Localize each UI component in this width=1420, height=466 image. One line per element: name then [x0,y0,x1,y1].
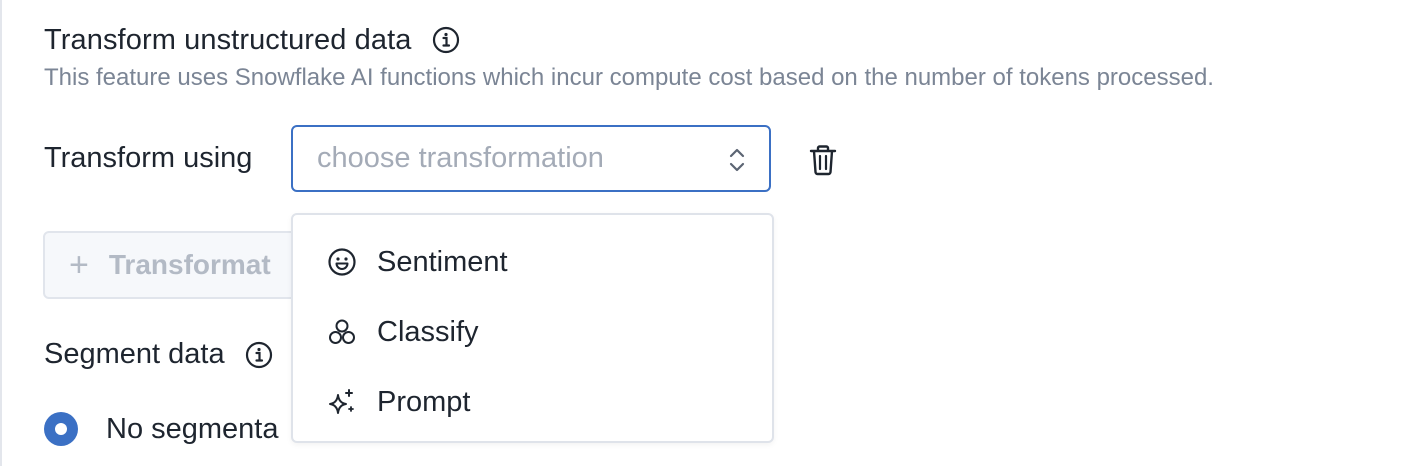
add-transformation-label: Transformat [108,249,271,280]
select-placeholder: choose transformation [317,142,604,174]
menu-item-classify[interactable]: Classify [293,297,772,367]
no-segmentation-option[interactable]: No segmenta [44,412,279,446]
info-icon[interactable] [245,341,273,369]
menu-item-label: Classify [377,315,479,348]
trash-icon[interactable] [808,144,838,176]
smile-icon [327,247,357,277]
menu-item-label: Prompt [377,385,471,418]
page: Transform unstructured data This feature… [0,0,1420,466]
chevron-up-down-icon [727,147,747,173]
circles-icon [327,317,357,347]
info-icon[interactable] [432,26,460,54]
section-description: This feature uses Snowflake AI functions… [44,64,1214,91]
transformation-select[interactable]: choose transformation [291,125,771,192]
radio-dot [55,423,67,435]
section-title: Transform unstructured data [44,23,412,56]
menu-item-label: Sentiment [377,245,508,278]
menu-item-sentiment[interactable]: Sentiment [293,227,772,297]
segment-header: Segment data [44,338,273,371]
menu-item-prompt[interactable]: Prompt [293,367,772,437]
segment-title: Segment data [44,338,225,370]
plus-icon: + [69,246,89,284]
transform-using-label: Transform using [44,142,253,174]
left-border [0,0,2,466]
transformation-dropdown-menu: Sentiment Classify Prompt [291,213,774,443]
section-header: Transform unstructured data [44,20,460,60]
radio-label: No segmenta [106,412,279,445]
sparkle-icon [327,387,357,417]
radio-selected[interactable] [44,412,78,446]
